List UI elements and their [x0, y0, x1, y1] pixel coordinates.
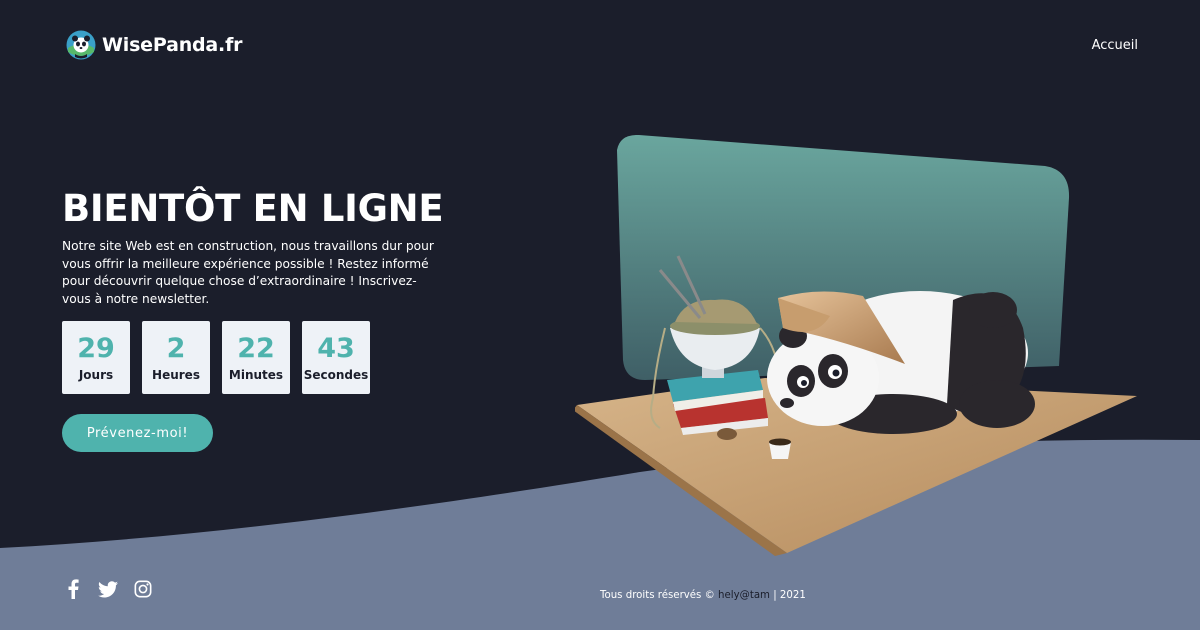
twitter-link[interactable]: [97, 578, 119, 600]
facebook-link[interactable]: [62, 578, 84, 600]
countdown-label: Jours: [78, 367, 114, 382]
countdown-label: Heures: [152, 367, 200, 382]
hero-description: Notre site Web est en construction, nous…: [62, 239, 434, 306]
brand-name: WisePanda.fr: [102, 34, 243, 56]
site-header: WisePanda.fr Accueil: [66, 28, 1138, 62]
notify-me-button[interactable]: Prévenez-moi!: [62, 414, 213, 452]
instagram-icon: [134, 580, 152, 598]
hero-title: BIENTÔT EN LIGNE: [62, 187, 444, 230]
countdown-value: 43: [317, 332, 355, 364]
copyright: Tous droits réservés © hely@tam | 2021: [600, 590, 806, 601]
instagram-link[interactable]: [132, 578, 154, 600]
copyright-year: | 2021: [773, 590, 806, 601]
twitter-icon: [98, 580, 118, 597]
countdown-value: 29: [77, 332, 115, 364]
panda-reading-illustration: [575, 134, 1137, 556]
countdown-days: 29 Jours: [62, 321, 130, 394]
countdown-hours: 2 Heures: [142, 321, 210, 394]
copyright-author: hely@tam: [718, 590, 770, 601]
brand-logo-link[interactable]: WisePanda.fr: [66, 30, 243, 60]
copyright-prefix: Tous droits réservés ©: [600, 590, 715, 601]
countdown: 29 Jours 2 Heures 22 Minutes 43 Secondes: [62, 321, 462, 394]
countdown-label: Secondes: [303, 367, 369, 382]
countdown-value: 22: [237, 332, 275, 364]
panda-logo-icon: [66, 30, 96, 60]
countdown-label: Minutes: [228, 367, 284, 382]
countdown-seconds: 43 Secondes: [302, 321, 370, 394]
hero-section: BIENTÔT EN LIGNE Notre site Web est en c…: [62, 186, 462, 452]
social-links: [62, 578, 154, 600]
nav-accueil-link[interactable]: Accueil: [1092, 38, 1138, 53]
facebook-icon: [68, 579, 79, 599]
countdown-value: 2: [166, 332, 186, 364]
countdown-minutes: 22 Minutes: [222, 321, 290, 394]
